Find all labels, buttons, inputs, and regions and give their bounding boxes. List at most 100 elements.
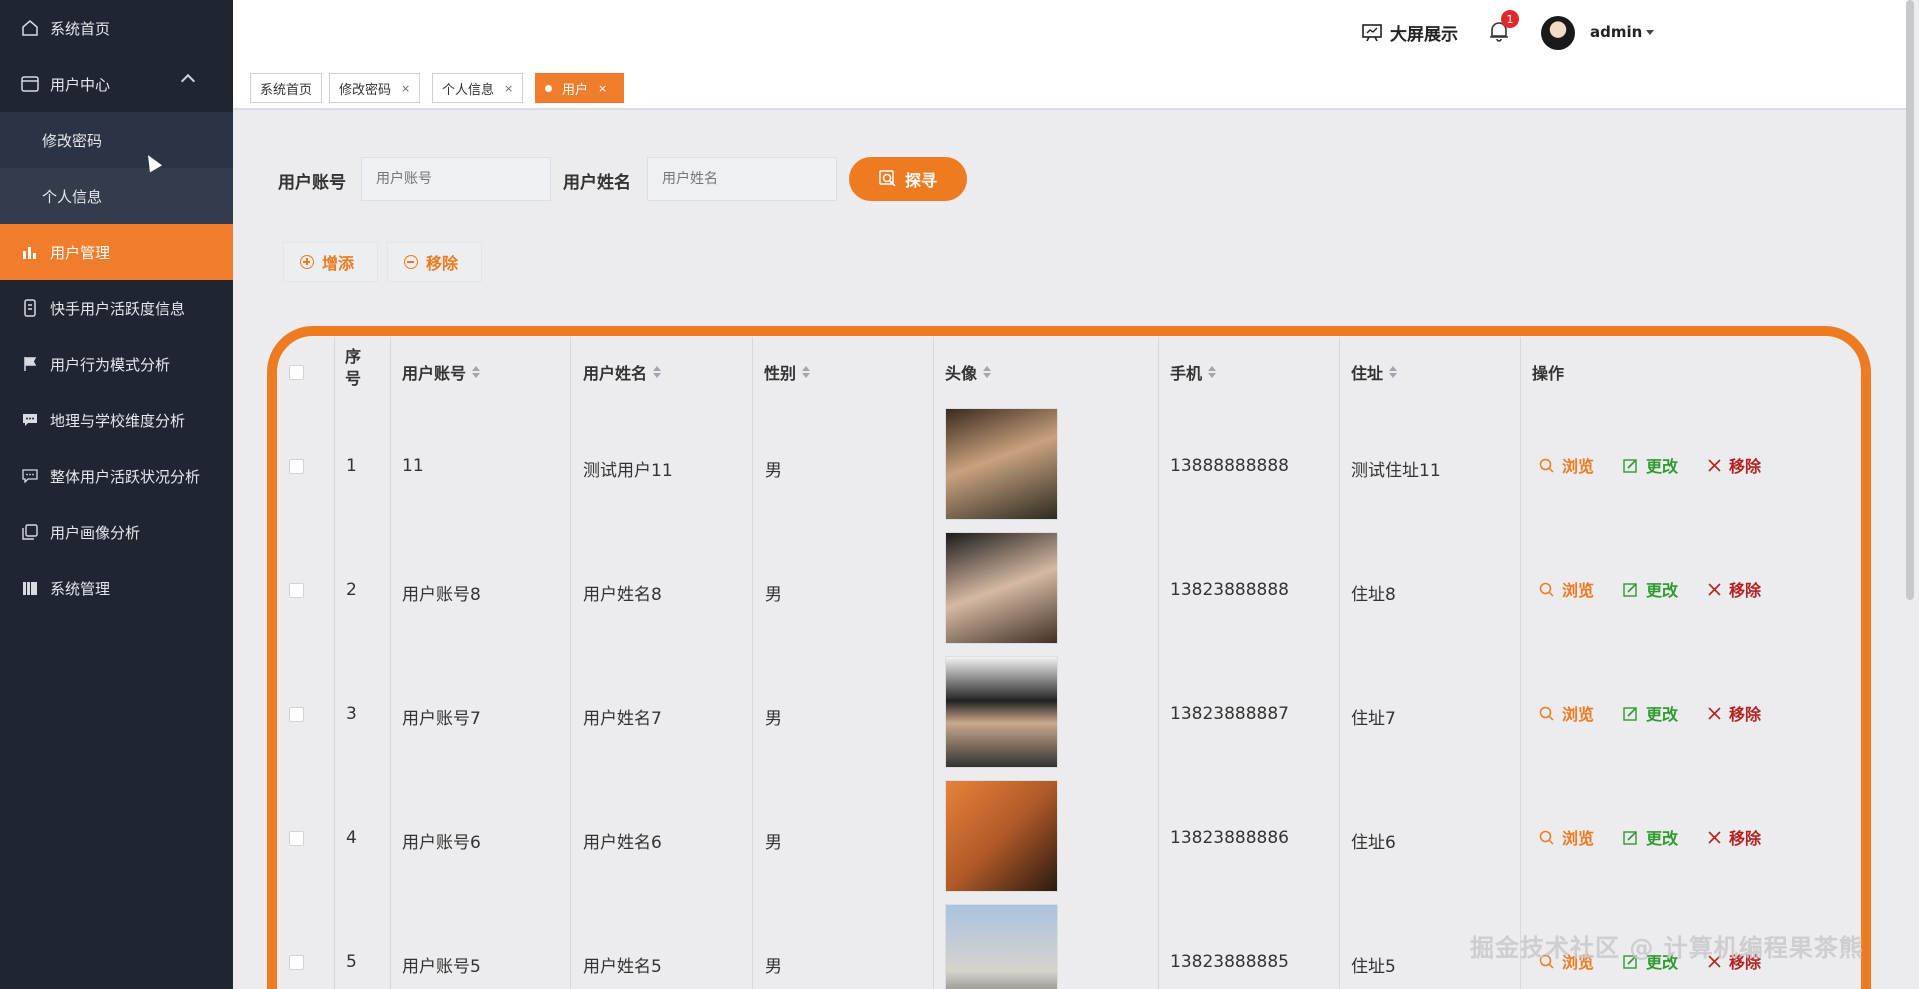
user-avatar-image [945, 656, 1058, 768]
sort-icon[interactable] [653, 366, 662, 378]
sort-icon[interactable] [983, 366, 992, 378]
cell-phone: 13823888887 [1170, 704, 1289, 724]
scrollbar[interactable] [1906, 0, 1914, 600]
sidebar-item-system[interactable]: 系统管理 [0, 560, 233, 616]
tab-user[interactable]: 用户 × [535, 73, 624, 103]
view-button[interactable]: 浏览 [1539, 453, 1594, 477]
cell-index: 1 [346, 456, 357, 476]
sidebar-item-label: 个人信息 [42, 187, 103, 206]
row-checkbox[interactable] [289, 831, 304, 846]
bar-chart-icon [20, 242, 40, 262]
sidebar-item-user-management[interactable]: 用户管理 [0, 224, 233, 280]
view-label: 浏览 [1562, 581, 1595, 600]
cell-address: 测试住址11 [1351, 461, 1441, 481]
row-checkbox[interactable] [289, 707, 304, 722]
sort-icon[interactable] [1208, 366, 1217, 378]
sort-icon[interactable] [802, 366, 811, 378]
remove-button[interactable]: 移除 [387, 242, 482, 282]
header-gender[interactable]: 性别 [764, 360, 811, 384]
cell-name: 用户姓名7 [583, 709, 662, 729]
delete-button[interactable]: 移除 [1708, 577, 1761, 601]
column-divider [390, 337, 391, 989]
delete-label: 移除 [1729, 457, 1762, 476]
delete-button[interactable]: 移除 [1708, 453, 1761, 477]
cell-name: 测试用户11 [583, 461, 673, 481]
sidebar-item-user-center[interactable]: 用户中心 [0, 56, 233, 112]
header-label: 头像 [945, 364, 978, 383]
view-button[interactable]: 浏览 [1539, 577, 1594, 601]
account-label: 用户账号 [278, 173, 346, 193]
sort-icon[interactable] [1389, 366, 1398, 378]
user-avatar-image [945, 780, 1058, 892]
header-index: 序号 [345, 347, 362, 388]
caret-down-icon[interactable] [1646, 30, 1654, 35]
edit-button[interactable]: 更改 [1623, 825, 1678, 849]
sidebar-item-behavior[interactable]: 用户行为模式分析 [0, 336, 233, 392]
table-frame [267, 326, 1871, 989]
user-avatar-image [945, 532, 1058, 644]
header-phone[interactable]: 手机 [1170, 360, 1217, 384]
view-button[interactable]: 浏览 [1539, 701, 1594, 725]
cell-index: 5 [346, 952, 357, 972]
search-button[interactable]: 探寻 [849, 157, 967, 201]
cell-address: 住址7 [1351, 709, 1396, 729]
user-avatar-image [945, 904, 1058, 989]
account-search-input[interactable] [361, 157, 551, 201]
edit-label: 更改 [1646, 457, 1679, 476]
add-button[interactable]: 增添 [283, 242, 378, 282]
close-icon [1708, 706, 1721, 720]
header-label: 用户姓名 [583, 364, 648, 383]
search-button-label: 探寻 [904, 171, 937, 190]
search-icon [1539, 458, 1554, 473]
sidebar-item-change-password[interactable]: 修改密码 [0, 112, 233, 168]
select-all-checkbox[interactable] [289, 365, 304, 380]
header-address[interactable]: 住址 [1351, 360, 1398, 384]
sidebar-item-portrait[interactable]: 用户画像分析 [0, 504, 233, 560]
cell-account: 用户账号6 [402, 833, 481, 853]
bigscreen-button[interactable]: 大屏展示 [1362, 20, 1458, 45]
name-search-input[interactable] [647, 157, 837, 201]
notification-badge: 1 [1501, 10, 1519, 28]
delete-button[interactable]: 移除 [1708, 825, 1761, 849]
row-checkbox[interactable] [289, 955, 304, 970]
message-icon [20, 466, 40, 486]
view-label: 浏览 [1562, 457, 1595, 476]
close-icon[interactable]: × [504, 82, 513, 95]
sidebar-item-home[interactable]: 系统首页 [0, 0, 233, 56]
sort-icon[interactable] [472, 366, 481, 378]
header-name[interactable]: 用户姓名 [583, 360, 662, 384]
header-actions: 操作 [1532, 364, 1565, 383]
delete-label: 移除 [1729, 705, 1762, 724]
close-icon[interactable]: × [401, 82, 410, 95]
tab-profile[interactable]: 个人信息 × [432, 73, 524, 103]
cell-account: 用户账号8 [402, 585, 481, 605]
edit-button[interactable]: 更改 [1623, 577, 1678, 601]
edit-icon [1623, 830, 1637, 845]
avatar[interactable] [1541, 16, 1575, 50]
edit-button[interactable]: 更改 [1623, 453, 1678, 477]
sidebar-item-activity[interactable]: 快手用户活跃度信息 [0, 280, 233, 336]
row-checkbox[interactable] [289, 583, 304, 598]
cell-account: 用户账号7 [402, 709, 481, 729]
close-icon[interactable]: × [598, 82, 607, 95]
row-checkbox[interactable] [289, 459, 304, 474]
sidebar-item-overall[interactable]: 整体用户活跃状况分析 [0, 448, 233, 504]
tab-home[interactable]: 系统首页 [250, 73, 323, 103]
header-avatar[interactable]: 头像 [945, 360, 992, 384]
username-label[interactable]: admin [1590, 23, 1642, 41]
delete-button[interactable]: 移除 [1708, 701, 1761, 725]
view-button[interactable]: 浏览 [1539, 825, 1594, 849]
close-icon [1708, 830, 1721, 844]
cell-gender: 男 [765, 957, 782, 977]
cell-phone: 13888888888 [1170, 456, 1289, 476]
sidebar-item-label: 整体用户活跃状况分析 [50, 467, 201, 486]
view-label: 浏览 [1562, 829, 1595, 848]
sidebar-item-profile[interactable]: 个人信息 [0, 168, 233, 224]
tab-change-password[interactable]: 修改密码 × [329, 73, 421, 103]
edit-button[interactable]: 更改 [1623, 701, 1678, 725]
header-label: 用户账号 [402, 364, 467, 383]
sidebar-item-geo[interactable]: 地理与学校维度分析 [0, 392, 233, 448]
book-icon [20, 578, 40, 598]
search-icon [1539, 706, 1554, 721]
header-account[interactable]: 用户账号 [402, 360, 481, 384]
